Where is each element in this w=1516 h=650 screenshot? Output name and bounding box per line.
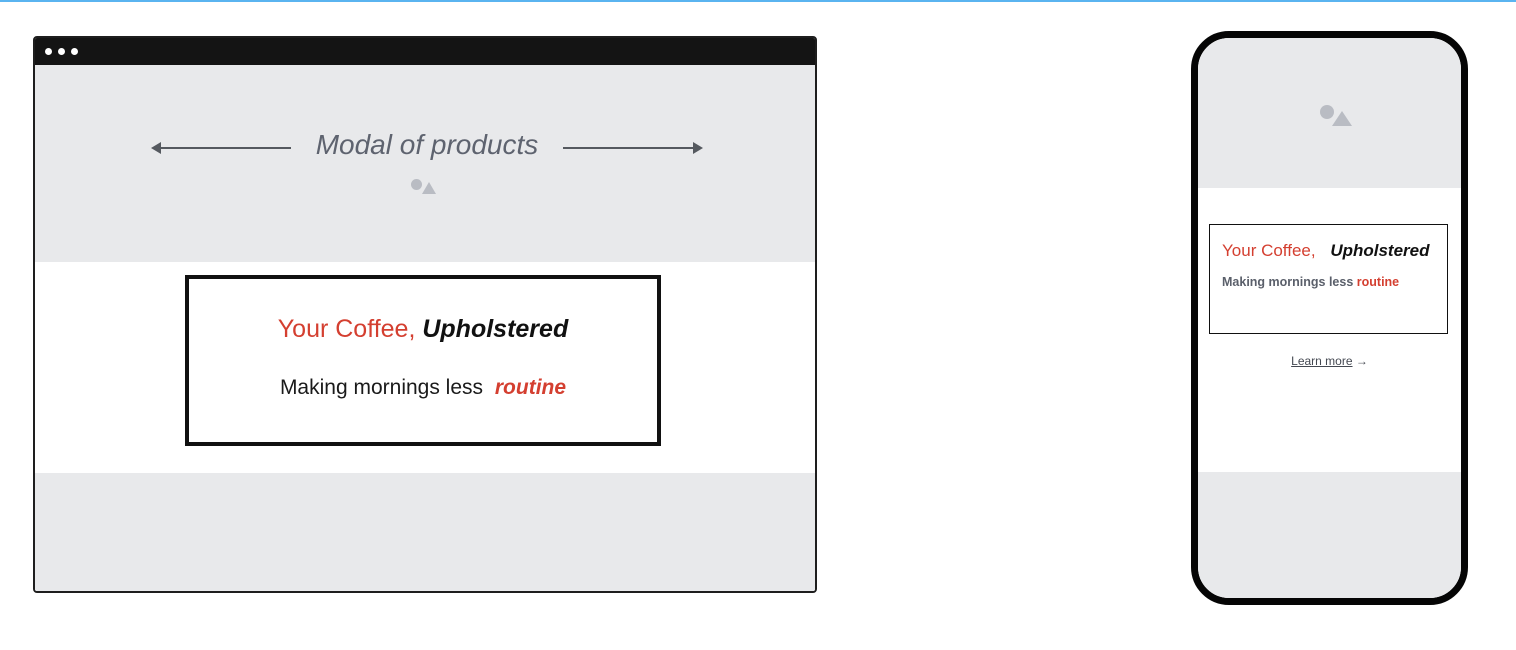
window-dot-icon [45, 48, 52, 55]
arrow-right-line [563, 147, 695, 149]
modal-title-emphasis: Upholstered [1330, 241, 1430, 260]
modal-subtitle-emphasis: routine [494, 376, 567, 399]
footer-placeholder [1198, 472, 1461, 598]
browser-title-bar [35, 38, 815, 65]
arrow-right-icon: → [1355, 354, 1368, 368]
window-dot-icon [71, 48, 78, 55]
hero-modal: Your Coffee, Upholstered Making mornings… [1209, 224, 1448, 334]
learn-more-label[interactable]: Learn more [1291, 354, 1352, 368]
modal-title: Your Coffee, Upholstered [189, 315, 657, 344]
hero-title: Modal of products [315, 129, 539, 160]
modal-subtitle-prefix: Making mornings less [279, 376, 484, 399]
modal-title-prefix: Your Coffee, [1222, 241, 1316, 260]
arrow-left-line [159, 147, 291, 149]
hero-modal: Your Coffee, Upholstered Making mornings… [185, 275, 661, 446]
hero-banner [1198, 38, 1461, 188]
modal-subtitle-emphasis: routine [1356, 275, 1400, 289]
learn-more-link[interactable]: Learn more → [1198, 354, 1461, 368]
arrow-right-icon [693, 142, 703, 154]
modal-subtitle: Making mornings less routine [1222, 275, 1399, 289]
top-rule [0, 0, 1516, 2]
modal-title: Your Coffee, Upholstered [1222, 241, 1430, 261]
desktop-browser-mockup: Modal of products Your Coffee, Upholster… [33, 36, 817, 593]
window-dot-icon [58, 48, 65, 55]
modal-title-emphasis: Upholstered [422, 315, 569, 343]
modal-title-prefix: Your Coffee, [277, 315, 416, 343]
modal-subtitle: Making mornings less routine [189, 376, 657, 400]
hero-banner: Modal of products [35, 65, 815, 262]
footer-placeholder [35, 473, 815, 591]
mobile-phone-mockup: Your Coffee, Upholstered Making mornings… [1191, 31, 1468, 605]
modal-subtitle-prefix: Making mornings less [1222, 275, 1354, 289]
